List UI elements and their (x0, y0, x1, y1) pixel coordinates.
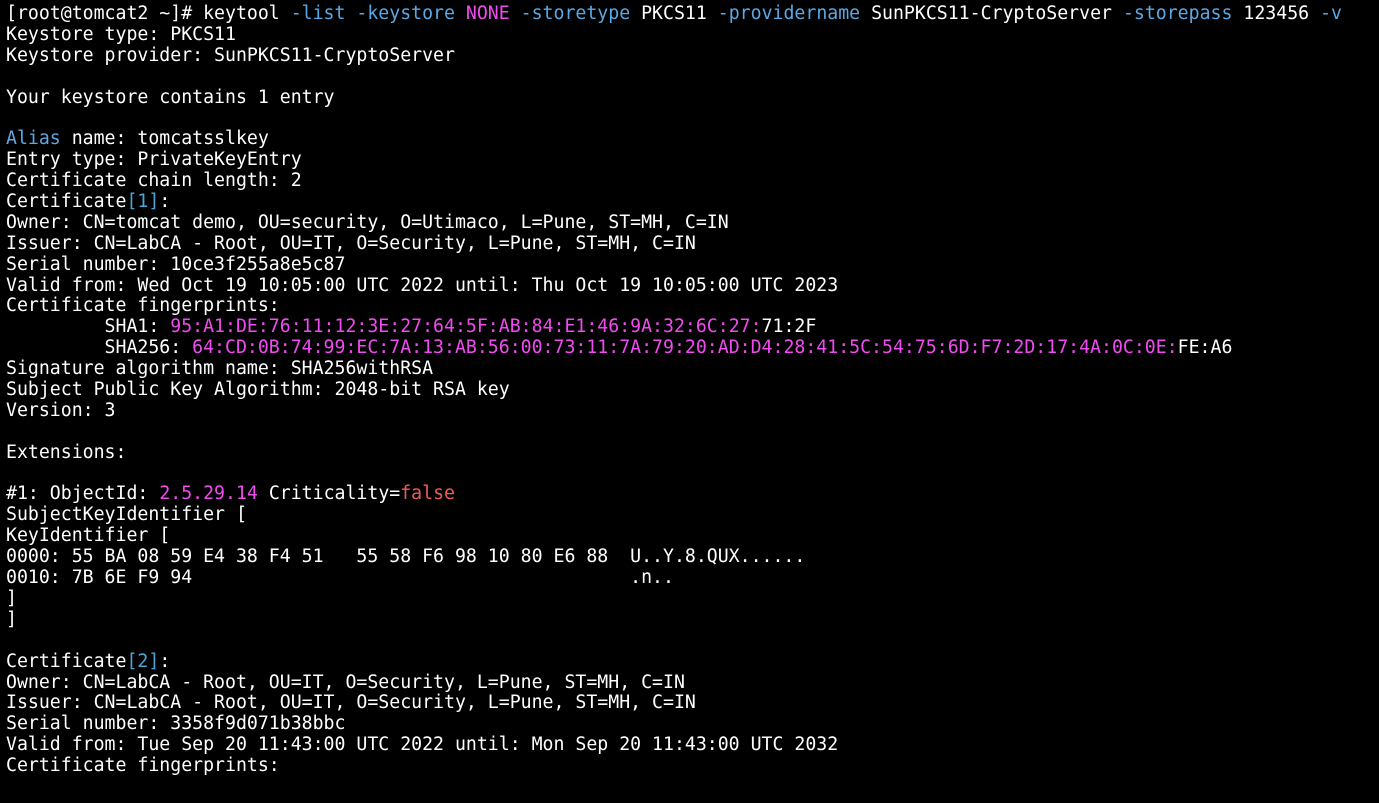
terminal-text: Certificate (6, 650, 127, 672)
terminal-text: NONE (465, 3, 521, 24)
terminal-text: Certificate fingerprints: (6, 755, 280, 777)
terminal-line: Valid from: Wed Oct 19 10:05:00 UTC 2022… (6, 274, 1379, 297)
terminal-line: 0000: 55 BA 08 59 E4 38 F4 51 55 58 F6 9… (6, 546, 1379, 568)
terminal-text: SunPKCS11-CryptoServer (871, 3, 1123, 24)
terminal-text: ] (6, 608, 17, 630)
terminal-text: Owner: CN=tomcat demo, OU=security, O=Ut… (6, 211, 729, 233)
terminal-text: Signature algorithm name: SHA256withRSA (6, 358, 434, 380)
terminal-text: SHA1: (6, 316, 171, 338)
terminal-line: Certificate chain length: 2 (6, 170, 1379, 192)
terminal-text: Owner: CN=LabCA - Root, OU=IT, O=Securit… (6, 671, 685, 693)
terminal-line: ] (6, 587, 1379, 610)
terminal-text: ] (6, 587, 17, 609)
terminal-line: Version: 3 (6, 399, 1379, 422)
terminal-text: Certificate fingerprints: (6, 295, 280, 317)
terminal-text: [root@tomcat2 ~]# keytool (6, 3, 291, 24)
terminal-line: 0010: 7B 6E F9 94 .n.. (6, 567, 1379, 589)
terminal-text: Valid from: Tue Sep 20 11:43:00 UTC 2022… (6, 734, 839, 756)
terminal-line: KeyIdentifier [ (6, 525, 1379, 547)
terminal-text: 95:A1:DE:76:11:12:3E:27:64:5F:AB:84:E1:4… (170, 316, 762, 338)
terminal-line: Certificate[1]: (6, 191, 1379, 213)
terminal-text: -keystore (356, 3, 466, 24)
terminal-text: 64:CD:0B:74:99:EC:7A:13:AB:56:00:73:11:7… (192, 337, 1178, 359)
terminal-text: -storepass (1122, 3, 1244, 24)
terminal-line: #1: ObjectId: 2.5.29.14 Criticality=fals… (6, 484, 1379, 505)
terminal-line: Serial number: 10ce3f255a8e5c87 (6, 253, 1379, 276)
terminal-text: Your keystore contains 1 entry (6, 86, 335, 108)
terminal-line: Certificate fingerprints: (6, 296, 1379, 317)
terminal-text: -v (1320, 3, 1342, 24)
terminal-text: SHA256: (6, 337, 193, 359)
terminal-line: SubjectKeyIdentifier [ (6, 504, 1379, 526)
terminal-line: ​ (6, 464, 1379, 485)
terminal-line: Entry type: PrivateKeyEntry (6, 149, 1379, 171)
terminal-line: Valid from: Tue Sep 20 11:43:00 UTC 2022… (6, 734, 1379, 756)
terminal-line: Your keystore contains 1 entry (6, 86, 1379, 109)
terminal-line: Alias name: tomcatsslkey (6, 128, 1379, 150)
terminal-text: false (400, 483, 455, 505)
terminal-text: Valid from: Wed Oct 19 10:05:00 UTC 2022… (6, 274, 839, 296)
terminal-text: KeyIdentifier [ (6, 525, 171, 547)
terminal-text: -storetype (520, 3, 642, 24)
terminal-text: #1: ObjectId: (6, 483, 160, 505)
terminal-text: Extensions: (6, 441, 127, 463)
terminal-text: PKCS11 (641, 3, 718, 24)
terminal-text: 123456 (1243, 3, 1321, 24)
terminal-text: Issuer: CN=LabCA - Root, OU=IT, O=Securi… (6, 692, 696, 714)
terminal-line: Issuer: CN=LabCA - Root, OU=IT, O=Securi… (6, 692, 1379, 714)
terminal-text: SubjectKeyIdentifier [ (6, 504, 247, 526)
terminal-text: 71:2F (761, 316, 817, 338)
terminal-line: SHA1: 95:A1:DE:76:11:12:3E:27:64:5F:AB:8… (6, 316, 1379, 338)
terminal-line: ​ (6, 631, 1379, 652)
terminal-text: [2] (126, 650, 160, 672)
terminal-line: Extensions: (6, 441, 1379, 464)
terminal-text: Version: 3 (6, 399, 116, 421)
terminal-line: ​ (6, 422, 1379, 443)
terminal-text: Entry type: PrivateKeyEntry (6, 149, 302, 171)
terminal-text: Certificate chain length: 2 (6, 170, 302, 192)
terminal-text: 0010: 7B 6E F9 94 .n.. (6, 567, 674, 589)
terminal-text: name: tomcatsslkey (60, 128, 269, 150)
terminal-line: Owner: CN=tomcat demo, OU=security, O=Ut… (6, 211, 1379, 234)
terminal-line: SHA256: 64:CD:0B:74:99:EC:7A:13:AB:56:00… (6, 337, 1379, 359)
terminal-text: 2.5.29.14 (159, 483, 258, 505)
terminal-line: Certificate fingerprints: (6, 755, 1379, 777)
terminal-text: Certificate (6, 191, 127, 213)
terminal-text: Issuer: CN=LabCA - Root, OU=IT, O=Securi… (6, 232, 696, 254)
terminal-text: -list (290, 3, 357, 24)
terminal-line: Signature algorithm name: SHA256withRSA (6, 358, 1379, 380)
terminal-line: [root@tomcat2 ~]# keytool -list -keystor… (6, 3, 1379, 25)
terminal-text: Alias (6, 128, 61, 150)
terminal-line: ​ (6, 108, 1379, 129)
terminal-line: Serial number: 3358f9d071b38bbc (6, 713, 1379, 735)
terminal-text: -providername (717, 3, 872, 24)
terminal-line: ​ (6, 67, 1379, 88)
terminal-line: ] (6, 608, 1379, 631)
terminal-text: 0000: 55 BA 08 59 E4 38 F4 51 55 58 F6 9… (6, 546, 806, 568)
terminal-line: Subject Public Key Algorithm: 2048-bit R… (6, 379, 1379, 401)
terminal-line: Keystore provider: SunPKCS11-CryptoServe… (6, 44, 1379, 67)
terminal-text: [1] (126, 191, 160, 213)
terminal-line: Keystore type: PKCS11 (6, 23, 1379, 46)
terminal-line: Certificate[2]: (6, 650, 1379, 673)
terminal-text: : (159, 191, 171, 213)
terminal-output[interactable]: [root@tomcat2 ~]# keytool -list -keystor… (0, 0, 1379, 803)
terminal-text: Serial number: 10ce3f255a8e5c87 (6, 253, 346, 275)
terminal-line: Issuer: CN=LabCA - Root, OU=IT, O=Securi… (6, 232, 1379, 255)
terminal-text: Serial number: 3358f9d071b38bbc (6, 713, 346, 735)
terminal-text: Keystore provider: SunPKCS11-CryptoServe… (6, 44, 455, 66)
terminal-text: Criticality= (257, 483, 401, 505)
terminal-text: : (159, 650, 171, 672)
terminal-line: Owner: CN=LabCA - Root, OU=IT, O=Securit… (6, 671, 1379, 694)
terminal-text: Keystore type: PKCS11 (6, 23, 236, 45)
terminal-text: FE:A6 (1177, 337, 1233, 359)
terminal-text: Subject Public Key Algorithm: 2048-bit R… (6, 379, 510, 401)
